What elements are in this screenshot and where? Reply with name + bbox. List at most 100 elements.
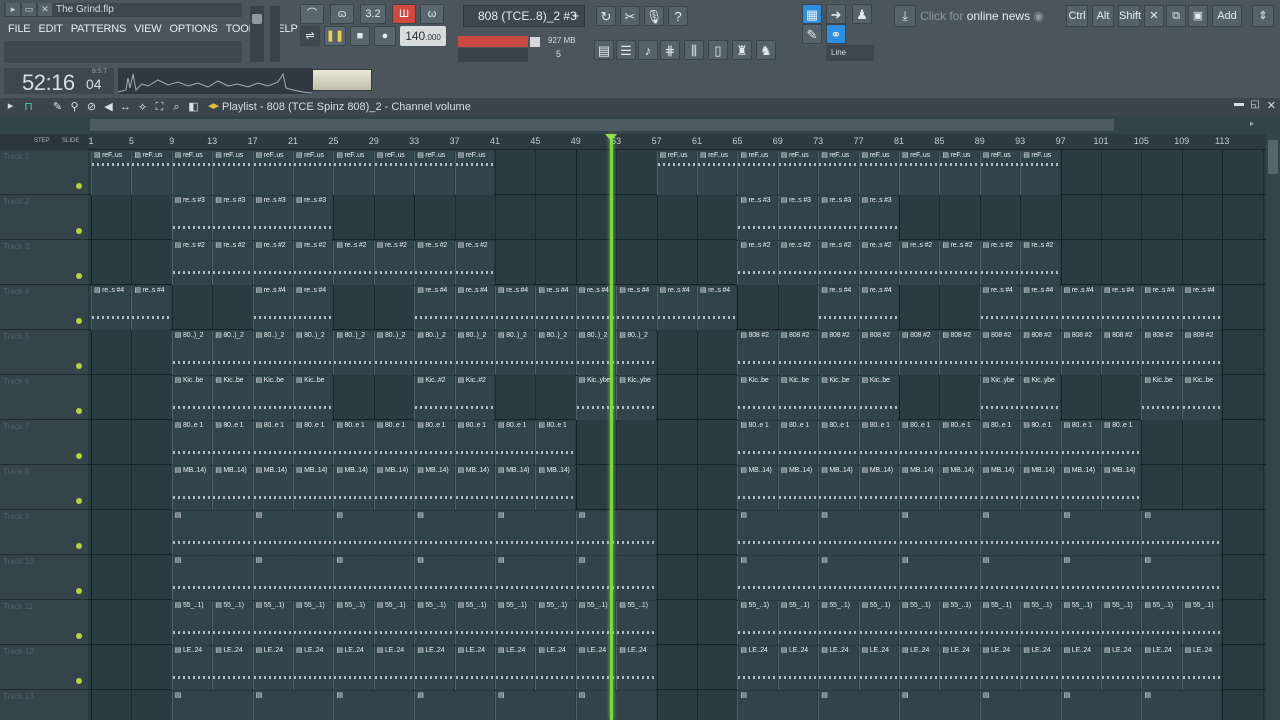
pattern-clip[interactable]: ▤ reF..us: [91, 151, 131, 195]
pattern-clip[interactable]: ▤ MB..14): [495, 466, 535, 510]
pattern-clip[interactable]: ▤: [333, 511, 414, 555]
pattern-clip[interactable]: ▤: [979, 691, 1060, 720]
browser-icon[interactable]: ▯: [708, 40, 728, 60]
pattern-clip[interactable]: ▤ reF..us: [454, 151, 494, 195]
pattern-clip[interactable]: ▤ LE..24: [373, 646, 414, 690]
pattern-clip[interactable]: ▤ re..s #4: [1020, 286, 1060, 330]
add-button[interactable]: Add: [1212, 5, 1242, 27]
pattern-clip[interactable]: ▤ 80..e 1: [373, 421, 414, 465]
pattern-clip[interactable]: ▤ re..s #4: [858, 286, 898, 330]
track-header[interactable]: Track 9: [0, 510, 88, 555]
pattern-clip[interactable]: ▤ 55_..1): [858, 601, 898, 645]
maximize-icon[interactable]: ◱: [1251, 99, 1260, 110]
pattern-clip[interactable]: ▤ re..s #4: [656, 286, 696, 330]
pattern-clip[interactable]: ▤ re..s #3: [777, 196, 818, 240]
snap-mode-select[interactable]: Line: [826, 45, 874, 61]
pattern-clip[interactable]: ▤ LE..24: [171, 646, 212, 690]
pattern-clip[interactable]: ▤ re..s #2: [737, 241, 777, 285]
vertical-scrollbar[interactable]: [1266, 134, 1280, 720]
pattern-clip[interactable]: ▤: [252, 691, 333, 720]
pattern-clip[interactable]: ▤ 80..e 1: [454, 421, 494, 465]
pattern-clip[interactable]: ▤ re..s #2: [899, 241, 939, 285]
pattern-clip[interactable]: ▤ 80..e 1: [818, 421, 858, 465]
pattern-clip[interactable]: ▤ 80..e 1: [333, 421, 373, 465]
pattern-clip[interactable]: ▤ 808 #2: [737, 331, 777, 375]
track-mute-led[interactable]: [76, 498, 82, 504]
pattern-clip[interactable]: ▤ Kic..ybe: [616, 376, 656, 420]
pattern-clip[interactable]: ▤ 80..e 1: [171, 421, 212, 465]
paste-icon[interactable]: ▣: [1188, 5, 1208, 27]
pattern-clip[interactable]: ▤ LE..24: [1141, 646, 1181, 690]
playlist-icon[interactable]: ⋕: [660, 40, 680, 60]
pattern-clip[interactable]: ▤ MB..14): [1060, 466, 1100, 510]
pattern-clip[interactable]: ▤: [818, 556, 898, 600]
pattern-clip[interactable]: ▤ 80..e 1: [858, 421, 898, 465]
pattern-clip[interactable]: ▤: [414, 556, 494, 600]
pattern-clip[interactable]: ▤ reF..us: [697, 151, 737, 195]
menu-options[interactable]: OPTIONS: [165, 20, 221, 38]
close-icon[interactable]: ✕: [1267, 99, 1276, 112]
pattern-clip[interactable]: ▤ 80..e 1: [939, 421, 979, 465]
playlist-menu-icon[interactable]: ▸: [2, 98, 19, 114]
pattern-clip[interactable]: ▤: [818, 511, 898, 555]
channel-rack-icon[interactable]: ☰: [616, 40, 636, 60]
pattern-clip[interactable]: ▤ LE..24: [1181, 646, 1222, 690]
pattern-clip[interactable]: ▤ 80..e 1: [777, 421, 818, 465]
pattern-clip[interactable]: ▤ re..s #4: [293, 286, 333, 330]
pattern-clip[interactable]: ▤ LE..24: [495, 646, 535, 690]
cut-icon[interactable]: ✕: [1144, 5, 1164, 27]
pattern-clip[interactable]: ▤ re..s #4: [414, 286, 454, 330]
step-edit-icon[interactable]: ɷ: [330, 4, 354, 24]
track-header[interactable]: Track 10: [0, 555, 88, 600]
pattern-clip[interactable]: ▤ 80..e 1: [495, 421, 535, 465]
pattern-clip[interactable]: ▤ re..s #2: [212, 241, 252, 285]
pattern-clip[interactable]: ▤ LE..24: [212, 646, 252, 690]
pattern-clip[interactable]: ▤: [171, 556, 252, 600]
pattern-clip[interactable]: ▤ 80..)_2: [535, 331, 575, 375]
slip-icon[interactable]: ↔: [117, 99, 134, 115]
pattern-clip[interactable]: ▤ 55_..1): [495, 601, 535, 645]
track-mute-led[interactable]: [76, 183, 82, 189]
pattern-clip[interactable]: ▤ reF..us: [171, 151, 212, 195]
minimize-window-icon[interactable]: ▭: [22, 3, 36, 16]
pattern-clip[interactable]: ▤ reF..us: [939, 151, 979, 195]
close-window-icon[interactable]: ✕: [38, 3, 52, 16]
pattern-clip[interactable]: ▤ 55_..1): [737, 601, 777, 645]
pattern-clip[interactable]: ▤ Kic..ybe: [1020, 376, 1060, 420]
pattern-clip[interactable]: ▤ 80..)_2: [414, 331, 454, 375]
pattern-clip[interactable]: ▤ Kic..be: [737, 376, 777, 420]
pattern-clip[interactable]: ▤ re..s #2: [858, 241, 898, 285]
pattern-clip[interactable]: ▤ 808 #2: [1020, 331, 1060, 375]
horizontal-scrollbar[interactable]: [90, 119, 1114, 131]
pattern-clip[interactable]: ▤ re..s #2: [818, 241, 858, 285]
pattern-clip[interactable]: ▤ re..s #4: [495, 286, 535, 330]
track-header[interactable]: Track 12: [0, 645, 88, 690]
select-icon[interactable]: ⛶: [151, 99, 168, 115]
undo-icon[interactable]: ✂: [620, 6, 640, 26]
pattern-clip[interactable]: ▤ reF..us: [293, 151, 333, 195]
scroll-right-icon[interactable]: ▸: [1250, 119, 1254, 128]
pattern-clip[interactable]: ▤ 80..)_2: [495, 331, 535, 375]
pattern-clip[interactable]: ▤ re..s #3: [818, 196, 858, 240]
pattern-clip[interactable]: ▤: [171, 511, 252, 555]
pattern-clip[interactable]: ▤: [1141, 691, 1222, 720]
track-mute-led[interactable]: [76, 408, 82, 414]
pattern-clip[interactable]: ▤ 80..)_2: [373, 331, 414, 375]
pattern-clip[interactable]: ▤: [737, 556, 818, 600]
pattern-clip[interactable]: ▤ LE..24: [979, 646, 1020, 690]
pattern-clip[interactable]: ▤: [737, 691, 818, 720]
pattern-clip[interactable]: ▤ 55_..1): [373, 601, 414, 645]
pattern-clip[interactable]: ▤ reF..us: [414, 151, 454, 195]
pattern-clip[interactable]: ▤: [899, 691, 979, 720]
track-mute-led[interactable]: [76, 363, 82, 369]
pattern-clip[interactable]: ▤: [495, 691, 575, 720]
pattern-clip[interactable]: ▤ MB..14): [414, 466, 454, 510]
pattern-clip[interactable]: ▤ reF..us: [212, 151, 252, 195]
pattern-clip[interactable]: ▤ re..s #3: [293, 196, 333, 240]
pattern-clip[interactable]: ▤ re..s #2: [171, 241, 212, 285]
pattern-clip[interactable]: ▤ MB..14): [212, 466, 252, 510]
track-header[interactable]: Track 6: [0, 375, 88, 420]
link-icon[interactable]: ⚭: [826, 24, 846, 44]
pattern-clip[interactable]: ▤ 55_..1): [333, 601, 373, 645]
pattern-clip[interactable]: ▤ re..s #3: [212, 196, 252, 240]
